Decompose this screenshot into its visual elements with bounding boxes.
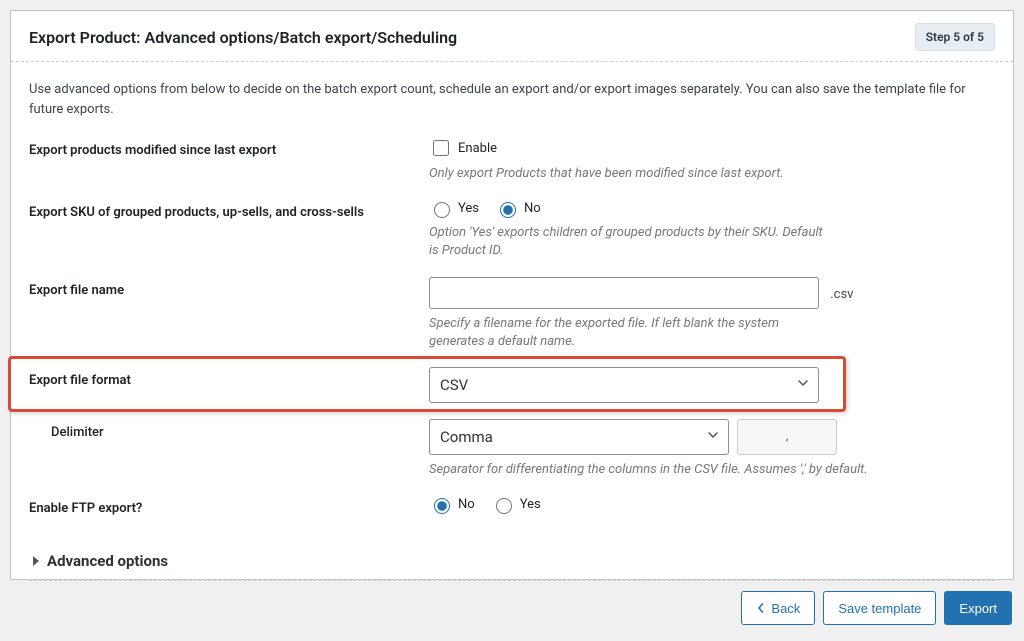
step-badge: Step 5 of 5 bbox=[915, 23, 995, 51]
row-sku: Export SKU of grouped products, up-sells… bbox=[11, 191, 1013, 268]
sku-yes-text: Yes bbox=[458, 201, 479, 216]
format-select[interactable]: CSV bbox=[429, 367, 819, 403]
enable-text: Enable bbox=[458, 141, 497, 156]
sku-yes-radio[interactable] bbox=[434, 202, 450, 218]
triangle-right-icon bbox=[33, 556, 39, 566]
enable-checkbox[interactable] bbox=[433, 140, 449, 156]
control-ftp: No Yes bbox=[429, 495, 995, 514]
panel-header: Export Product: Advanced options/Batch e… bbox=[11, 11, 1013, 62]
ftp-yes-option[interactable]: Yes bbox=[491, 495, 541, 514]
sku-no-option[interactable]: No bbox=[495, 199, 541, 218]
back-button[interactable]: Back bbox=[741, 591, 815, 625]
advanced-options-label: Advanced options bbox=[47, 552, 168, 570]
control-filename: .csv Specify a filename for the exported… bbox=[429, 277, 995, 351]
save-label: Save template bbox=[838, 601, 921, 616]
filename-input[interactable] bbox=[429, 277, 819, 309]
label-modified: Export products modified since last expo… bbox=[29, 137, 429, 158]
label-filename: Export file name bbox=[29, 277, 429, 298]
export-panel: Export Product: Advanced options/Batch e… bbox=[10, 10, 1014, 580]
delimiter-char: , bbox=[737, 419, 837, 455]
help-filename: Specify a filename for the exported file… bbox=[429, 315, 829, 351]
ftp-no-radio[interactable] bbox=[434, 498, 450, 514]
sku-no-text: No bbox=[524, 201, 541, 216]
control-modified: Enable Only export Products that have be… bbox=[429, 137, 995, 183]
control-sku: Yes No Option 'Yes' exports children of … bbox=[429, 199, 995, 260]
sku-yes-option[interactable]: Yes bbox=[429, 199, 479, 218]
filename-ext: .csv bbox=[830, 287, 853, 302]
row-ftp: Enable FTP export? No Yes bbox=[11, 487, 1013, 524]
control-format: CSV bbox=[429, 367, 995, 403]
enable-checkbox-label[interactable]: Enable bbox=[429, 137, 995, 159]
format-value: CSV bbox=[440, 376, 468, 394]
sku-no-radio[interactable] bbox=[500, 202, 516, 218]
label-sku: Export SKU of grouped products, up-sells… bbox=[29, 199, 429, 220]
page-title: Export Product: Advanced options/Batch e… bbox=[29, 28, 457, 47]
advanced-options-toggle[interactable]: Advanced options bbox=[29, 542, 995, 581]
footer-bar: Back Save template Export bbox=[741, 591, 1012, 625]
label-delimiter: Delimiter bbox=[51, 419, 429, 440]
ftp-no-text: No bbox=[458, 497, 475, 512]
intro-text: Use advanced options from below to decid… bbox=[11, 62, 1013, 129]
label-ftp: Enable FTP export? bbox=[29, 495, 429, 516]
control-delimiter: Comma , Separator for differentiating th… bbox=[429, 419, 995, 479]
help-modified: Only export Products that have been modi… bbox=[429, 165, 829, 183]
delimiter-select[interactable]: Comma bbox=[429, 419, 729, 455]
save-template-button[interactable]: Save template bbox=[823, 591, 936, 625]
row-filename: Export file name .csv Specify a filename… bbox=[11, 269, 1013, 359]
label-format: Export file format bbox=[29, 367, 429, 388]
back-label: Back bbox=[771, 601, 800, 616]
row-delimiter: Delimiter Comma , Separator for differen… bbox=[11, 411, 1013, 487]
ftp-yes-text: Yes bbox=[520, 497, 541, 512]
help-delimiter: Separator for differentiating the column… bbox=[429, 461, 889, 479]
delimiter-value: Comma bbox=[440, 428, 493, 446]
export-label: Export bbox=[959, 601, 997, 616]
ftp-no-option[interactable]: No bbox=[429, 495, 475, 514]
help-sku: Option 'Yes' exports children of grouped… bbox=[429, 224, 829, 260]
row-format: Export file format CSV bbox=[11, 359, 1013, 411]
ftp-yes-radio[interactable] bbox=[496, 498, 512, 514]
chevron-left-icon bbox=[756, 601, 766, 616]
row-modified: Export products modified since last expo… bbox=[11, 129, 1013, 191]
export-button[interactable]: Export bbox=[944, 591, 1012, 625]
